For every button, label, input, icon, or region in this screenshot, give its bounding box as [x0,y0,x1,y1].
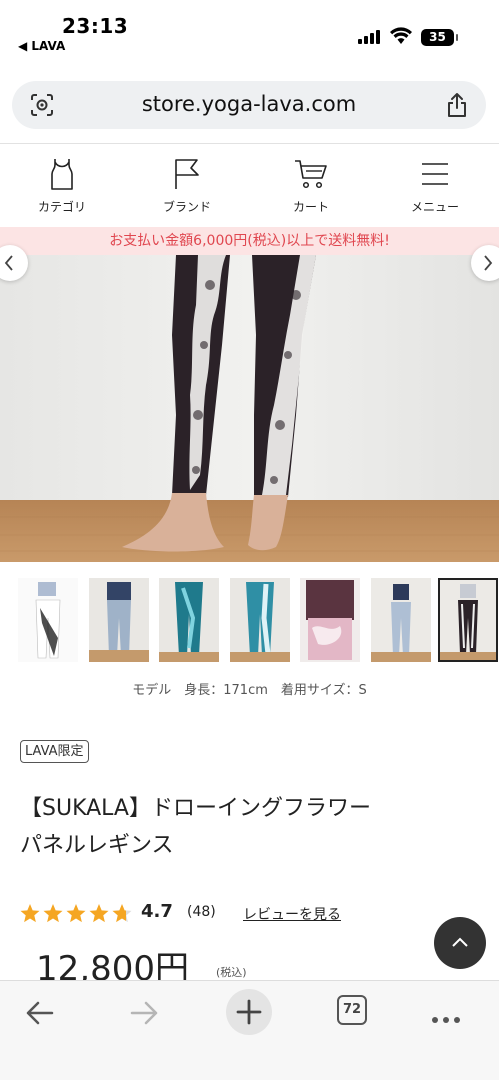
thumbnail-7-selected[interactable] [438,578,498,662]
flag-icon [175,159,199,189]
chevron-left-icon [4,255,13,271]
battery-icon: 35 [421,29,458,46]
thumbnail-4[interactable] [230,578,290,662]
thumbnail-strip [18,578,498,666]
browser-toolbar: 72 [0,980,499,1080]
thumbnail-6[interactable] [371,578,431,662]
nav-menu[interactable]: メニュー [395,158,475,215]
star-icon-2 [43,904,63,923]
rating-score: 4.7 [141,901,173,922]
address-bar[interactable]: store.yoga-lava.com [12,81,486,129]
thumbnail-3[interactable] [159,578,219,662]
forward-arrow-icon[interactable] [128,993,160,1033]
status-bar: 23:13 ◀ LAVA 35 [0,0,499,62]
nav-category[interactable]: カテゴリ [22,158,102,215]
thumbnail-2[interactable] [89,578,149,662]
nav-cart[interactable]: カート [271,158,351,215]
cellular-signal-icon [358,30,382,44]
scroll-to-top-button[interactable] [434,917,486,969]
exclusive-tag: LAVA限定 [20,740,89,763]
thumbnail-1[interactable] [18,578,78,662]
back-to-app-link[interactable]: ◀ LAVA [18,39,65,53]
tanktop-icon [51,159,73,190]
nav-brand[interactable]: ブランド [147,158,227,215]
tax-note: (税込) [216,966,247,979]
rating-stars [20,904,132,923]
thumbnail-5[interactable] [300,578,360,662]
nav-menu-label: メニュー [410,200,459,214]
nav-cart-label: カート [292,200,329,214]
wifi-icon [390,27,412,44]
star-icon-1 [20,904,40,923]
more-options-icon[interactable] [432,1008,465,1027]
status-time: 23:13 [62,14,129,38]
leggings-photo [0,255,499,562]
nav-brand-label: ブランド [162,200,211,214]
star-icon-5 [112,904,132,923]
product-title: 【SUKALA】ドローイングフラワー パネルレギンス [20,790,480,864]
product-title-line2: パネルレギンス [20,833,174,858]
hamburger-icon [422,163,448,185]
plus-icon [236,999,262,1025]
model-info: モデル 身長：171cm 着用サイズ：S [132,683,367,698]
free-shipping-banner: お支払い金額6,000円(税込)以上で送料無料! [0,227,499,255]
share-icon[interactable] [446,92,468,118]
view-reviews-link[interactable]: レビューを見る [243,904,341,924]
tab-switcher-button[interactable]: 72 [337,995,367,1025]
chevron-up-icon [452,937,468,947]
review-count: (48) [187,904,216,920]
next-image-button[interactable] [471,245,499,281]
product-main-image[interactable] [0,255,499,562]
site-nav: カテゴリ ブランド カート メニュー [0,143,499,227]
star-icon-3 [66,904,86,923]
star-icon-4 [89,904,109,923]
nav-category-label: カテゴリ [37,200,86,214]
chevron-right-icon [484,255,493,271]
back-arrow-icon[interactable] [24,993,56,1033]
cart-icon [295,160,327,189]
new-tab-button[interactable] [226,989,272,1035]
product-title-line1: 【SUKALA】ドローイングフラワー [20,796,371,821]
url-text[interactable]: store.yoga-lava.com [12,92,486,116]
